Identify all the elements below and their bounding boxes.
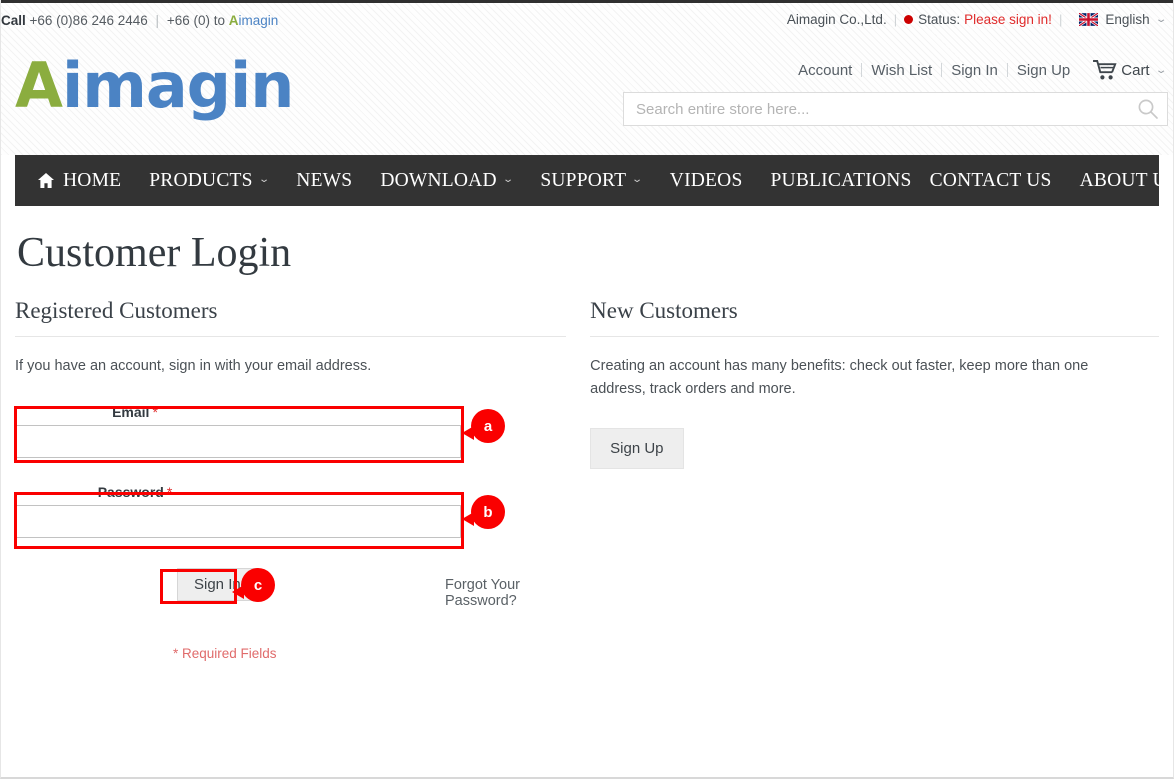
- sign-up-button[interactable]: Sign Up: [590, 428, 684, 470]
- divider: |: [1058, 12, 1063, 27]
- new-customers-note: Creating an account has many benefits: c…: [590, 358, 1089, 397]
- site-logo[interactable]: Aimagin: [15, 55, 294, 117]
- nav-label: SUPPORT: [540, 169, 627, 191]
- status-value[interactable]: Please sign in!: [960, 12, 1052, 27]
- logo-remainder: imagin: [61, 49, 294, 122]
- cart-button[interactable]: Cart ⌄: [1093, 59, 1168, 81]
- email-label-text: Email: [112, 403, 150, 420]
- password-input[interactable]: [15, 504, 461, 538]
- nav-item-about-us[interactable]: ABOUT US: [1066, 169, 1174, 192]
- call-label: Call: [1, 13, 26, 28]
- nav-label: HOME: [63, 169, 122, 191]
- nav-label: DOWNLOAD: [380, 169, 497, 191]
- account-link-sign-up[interactable]: Sign Up: [1008, 62, 1079, 79]
- phone-separator: |: [155, 13, 160, 28]
- required-marker: *: [152, 403, 158, 420]
- email-field-group: Email *: [15, 404, 461, 458]
- main-content: Customer Login Registered Customers If y…: [1, 228, 1173, 661]
- nav-item-news[interactable]: NEWS: [282, 170, 366, 192]
- contact-info: Call +66 (0)86 246 2446 | +66 (0) to Aim…: [1, 13, 278, 28]
- account-link-wish-list[interactable]: Wish List: [862, 62, 941, 79]
- nav-label: VIDEOS: [669, 169, 743, 191]
- search-input[interactable]: [624, 93, 1124, 125]
- top-utility-bar: Call +66 (0)86 246 2446 | +66 (0) to Aim…: [1, 3, 1173, 41]
- nav-label: ABOUT US: [1079, 169, 1174, 191]
- page-title: Customer Login: [17, 230, 292, 276]
- search-button[interactable]: [1137, 98, 1159, 120]
- registered-heading: Registered Customers: [15, 298, 567, 338]
- language-switcher[interactable]: English ⌄: [1079, 12, 1168, 27]
- required-marker: *: [166, 483, 173, 500]
- top-right-info: Aimagin Co.,Ltd. | Status: Please sign i…: [786, 12, 1168, 27]
- account-links: Account Wish List Sign In Sign Up Cart ⌄: [798, 59, 1168, 81]
- page-root: Call +66 (0)86 246 2446 | +66 (0) to Aim…: [0, 0, 1174, 779]
- annotation-badge-b: b: [462, 495, 505, 529]
- password-field-group: Password *: [15, 484, 461, 538]
- main-navigation: HOME PRODUCTS ⌄ NEWS DOWNLOAD ⌄ SUPPORT …: [15, 155, 1173, 206]
- password-label: Password *: [15, 484, 255, 500]
- shopping-cart-icon: [1093, 60, 1117, 80]
- phone-primary: +66 (0)86 246 2446: [29, 13, 148, 28]
- annotation-badge-c: c: [232, 568, 275, 602]
- site-header: Call +66 (0)86 246 2446 | +66 (0) to Aim…: [1, 0, 1173, 155]
- search-bar: [623, 92, 1168, 126]
- contact-brand: Aimagin: [229, 13, 279, 28]
- chevron-down-icon: ⌄: [1154, 14, 1168, 25]
- phone-secondary: +66 (0) to: [166, 13, 225, 28]
- uk-flag-icon: [1079, 13, 1099, 26]
- logo-initial: A: [15, 49, 63, 122]
- new-customers-heading: New Customers: [590, 298, 1159, 338]
- account-link-sign-in[interactable]: Sign In: [942, 62, 1007, 79]
- nav-item-download[interactable]: DOWNLOAD ⌄: [366, 170, 526, 192]
- account-link-account[interactable]: Account: [798, 62, 861, 79]
- language-label: English: [1105, 12, 1150, 27]
- status-label: Status:: [918, 12, 961, 27]
- nav-item-home[interactable]: HOME: [33, 170, 135, 192]
- email-label: Email *: [15, 404, 255, 420]
- status-dot-icon: [904, 15, 914, 24]
- nav-item-support[interactable]: SUPPORT ⌄: [526, 170, 655, 192]
- chevron-down-icon: ⌄: [631, 174, 644, 185]
- required-fields-note: * Required Fields: [173, 645, 277, 661]
- new-customers-block: New Customers Creating an account has ma…: [590, 298, 1159, 660]
- company-name: Aimagin Co.,Ltd.: [786, 12, 887, 27]
- brand-remainder: imagin: [238, 13, 279, 28]
- nav-label: PRODUCTS: [149, 169, 253, 191]
- login-columns: Registered Customers If you have an acco…: [15, 298, 1159, 661]
- login-actions: Sign In Forgot Your Password?: [15, 567, 566, 609]
- nav-item-contact-us[interactable]: CONTACT US: [926, 170, 1066, 192]
- nav-right-group: CONTACT US ABOUT US: [926, 169, 1174, 192]
- cart-label: Cart: [1121, 61, 1150, 79]
- nav-label: CONTACT US: [929, 169, 1052, 191]
- nav-label: NEWS: [296, 169, 353, 191]
- registered-customers-block: Registered Customers If you have an acco…: [15, 298, 567, 661]
- search-icon: [1138, 99, 1158, 119]
- password-label-text: Password: [97, 483, 164, 500]
- nav-item-publications[interactable]: PUBLICATIONS: [757, 170, 926, 192]
- nav-label: PUBLICATIONS: [770, 169, 912, 191]
- email-input[interactable]: [15, 424, 461, 458]
- chevron-down-icon: ⌄: [1154, 64, 1168, 76]
- brand-initial: A: [228, 13, 239, 28]
- registered-note: If you have an account, sign in with you…: [15, 358, 372, 375]
- forgot-password-link[interactable]: Forgot Your Password?: [445, 577, 566, 609]
- nav-item-videos[interactable]: VIDEOS: [656, 170, 757, 192]
- nav-item-products[interactable]: PRODUCTS ⌄: [135, 170, 282, 192]
- annotation-badge-a: a: [462, 409, 505, 443]
- divider: |: [893, 12, 898, 27]
- nav-left-group: HOME PRODUCTS ⌄ NEWS DOWNLOAD ⌄ SUPPORT …: [33, 170, 926, 192]
- chevron-down-icon: ⌄: [257, 174, 270, 185]
- home-icon: [38, 173, 54, 188]
- chevron-down-icon: ⌄: [502, 174, 515, 185]
